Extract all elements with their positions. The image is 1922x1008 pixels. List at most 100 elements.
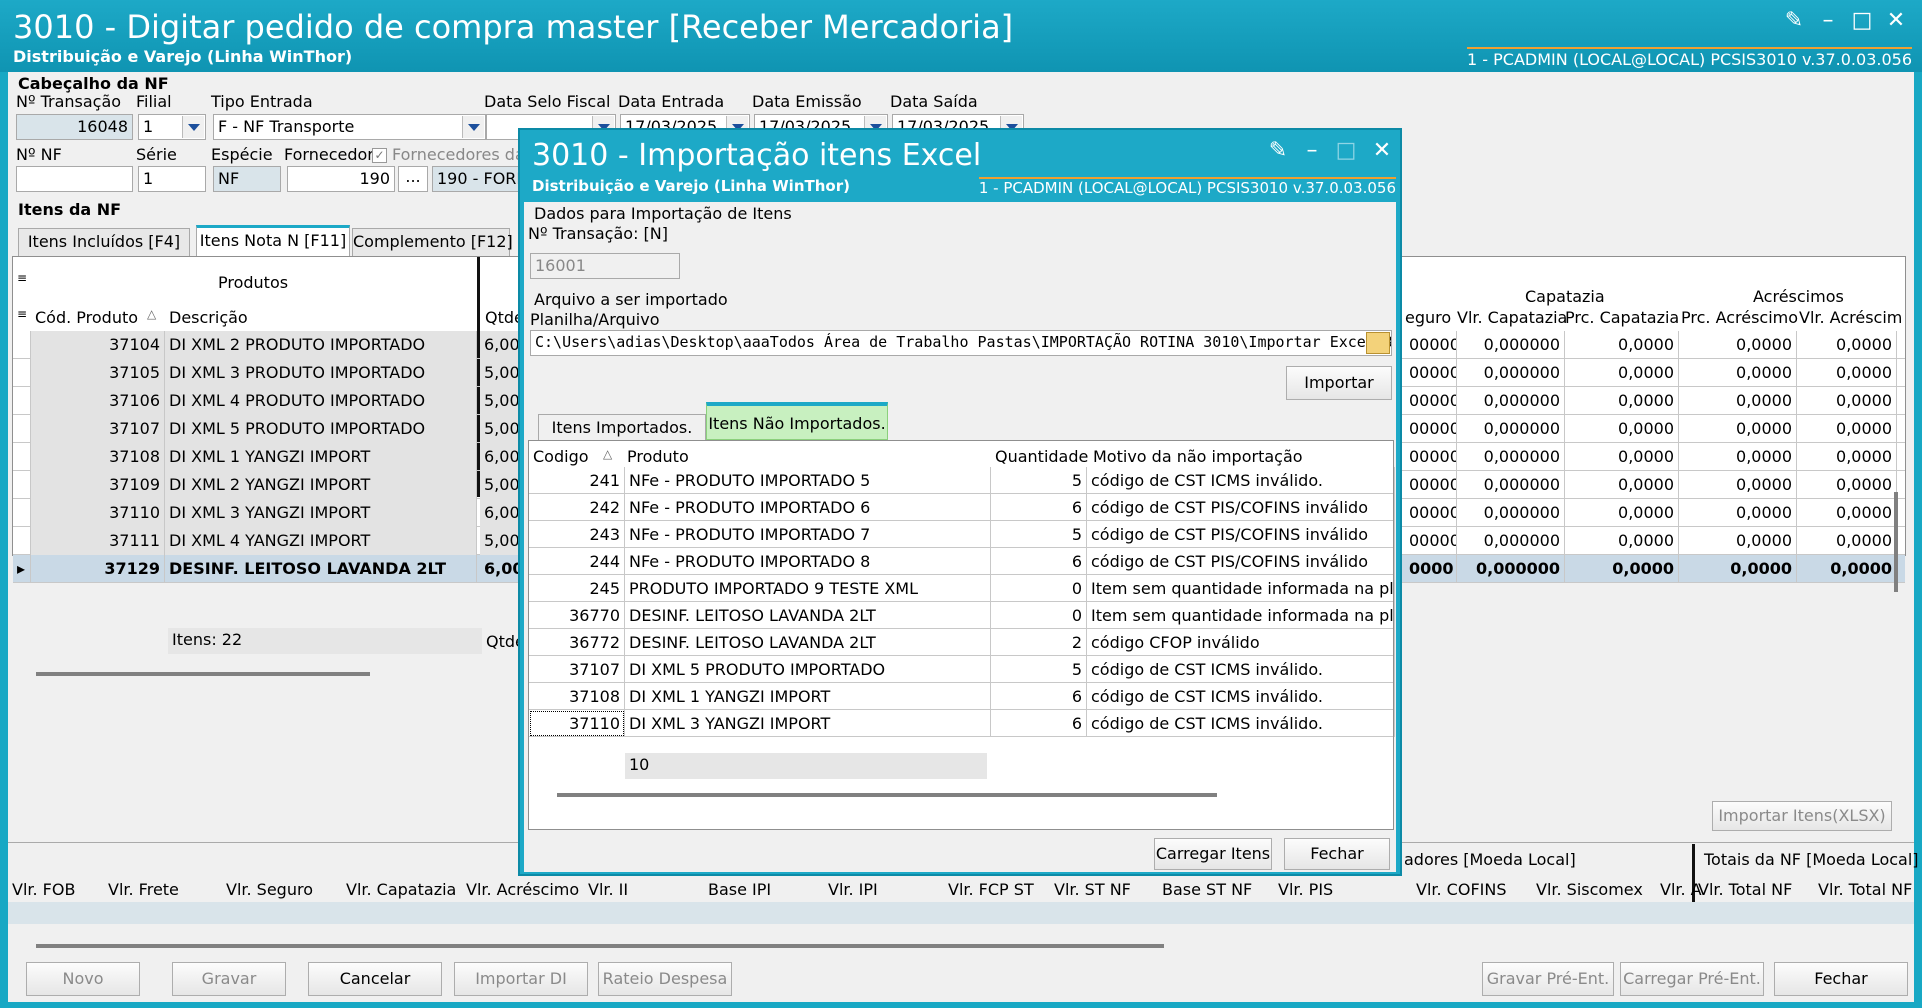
totals-col-15[interactable]: Vlr. Total NF	[1698, 880, 1792, 899]
tab-itens-nao-importados[interactable]: Itens Não Importados.	[706, 402, 888, 440]
grid-menu-icon[interactable]: ≡	[17, 307, 27, 321]
totals-col-0[interactable]: Vlr. FOB	[12, 880, 75, 899]
col-prc-acrescimo[interactable]: Prc. Acréscimo	[1681, 308, 1798, 327]
totals-col-2[interactable]: Vlr. Seguro	[226, 880, 313, 899]
totals-col-4[interactable]: Vlr. Acréscimo	[466, 880, 579, 899]
num-nf-field[interactable]	[16, 166, 133, 192]
tab-itens-importados[interactable]: Itens Importados.	[538, 414, 706, 440]
fornecedor-search-button[interactable]: ...	[398, 166, 428, 192]
col-prc-capatazia[interactable]: Prc. Capatazia	[1565, 308, 1679, 327]
cell-produto: PRODUTO IMPORTADO 9 TESTE XML	[625, 575, 991, 602]
totals-col-14[interactable]: Vlr. A	[1660, 880, 1702, 899]
folder-open-icon[interactable]	[1366, 332, 1390, 354]
totals-horizontal-scrollbar[interactable]	[36, 944, 1164, 948]
cell-quantidade: 2	[991, 629, 1087, 656]
totals-col-12[interactable]: Vlr. COFINS	[1416, 880, 1506, 899]
horizontal-scrollbar[interactable]	[36, 672, 370, 676]
dialog-client: Dados para Importação de Itens Nº Transa…	[524, 202, 1396, 872]
col-produto[interactable]: Produto	[627, 447, 689, 466]
totals-col-16[interactable]: Vlr. Total NF	[1818, 880, 1912, 899]
tipo-entrada-select[interactable]: F - NF Transporte	[213, 114, 486, 140]
totals-col-3[interactable]: Vlr. Capatazia	[346, 880, 456, 899]
col-cod-produto[interactable]: Cód. Produto	[35, 308, 138, 327]
col-seguro[interactable]: eguro	[1405, 308, 1451, 327]
label-filial: Filial	[136, 92, 172, 111]
cell-produto: NFe - PRODUTO IMPORTADO 6	[625, 494, 991, 521]
totals-col-5[interactable]: Vlr. II	[588, 880, 628, 899]
list-item[interactable]: 243 NFe - PRODUTO IMPORTADO 7 5 código de C…	[529, 521, 1395, 548]
cell-motivo: código de CST PIS/COFINS inválido	[1087, 494, 1395, 521]
totals-col-11[interactable]: Vlr. PIS	[1278, 880, 1333, 899]
cell-quantidade: 6	[991, 710, 1087, 737]
dialog-horizontal-scrollbar[interactable]	[557, 793, 1217, 797]
cell-codigo: 37129	[31, 555, 165, 583]
col-vlr-capatazia[interactable]: Vlr. Capatazia	[1457, 308, 1567, 327]
importar-di-button[interactable]: Importar DI	[454, 962, 588, 996]
list-item[interactable]: 242 NFe - PRODUTO IMPORTADO 6 6 código de C…	[529, 494, 1395, 521]
chevron-down-icon[interactable]	[182, 116, 204, 138]
label-fornecedores-check: Fornecedores da	[392, 145, 525, 164]
grid-menu-icon[interactable]: ≡	[17, 271, 27, 285]
totals-col-1[interactable]: Vlr. Frete	[108, 880, 179, 899]
close-icon[interactable]: ✕	[1370, 140, 1394, 162]
cell-codigo: 243	[529, 521, 625, 548]
chevron-down-icon[interactable]	[462, 116, 484, 138]
vertical-scrollbar-thumb[interactable]	[1894, 492, 1898, 592]
row-indicator	[13, 331, 31, 359]
col-descricao[interactable]: Descrição	[169, 308, 248, 327]
minimize-icon[interactable]: –	[1300, 140, 1324, 162]
list-item[interactable]: 36770 DESINF. LEITOSO LAVANDA 2LT 0 Item se…	[529, 602, 1395, 629]
totals-group-right: Totais da NF [Moeda Local]	[1704, 850, 1919, 869]
cancelar-button[interactable]: Cancelar	[308, 962, 442, 996]
totals-col-9[interactable]: Vlr. ST NF	[1054, 880, 1131, 899]
row-indicator-icon: ▸	[13, 555, 31, 583]
col-vlr-acrescimo[interactable]: Vlr. Acréscim	[1799, 308, 1902, 327]
filial-select[interactable]: 1	[138, 114, 206, 140]
import-xlsx-button[interactable]: Importar Itens(XLSX)	[1712, 801, 1892, 831]
list-item[interactable]: 36772 DESINF. LEITOSO LAVANDA 2LT 2 código …	[529, 629, 1395, 656]
cell-motivo: código CFOP inválido	[1087, 629, 1395, 656]
file-path-input[interactable]: C:\Users\adias\Desktop\aaaTodos Área de …	[530, 330, 1392, 356]
cell-motivo: código de CST ICMS inválido.	[1087, 710, 1395, 737]
col-codigo[interactable]: Codigo	[533, 447, 589, 466]
col-quantidade[interactable]: Quantidade	[995, 447, 1088, 466]
fechar-dialog-button[interactable]: Fechar	[1284, 838, 1390, 870]
totals-col-13[interactable]: Vlr. Siscomex	[1536, 880, 1643, 899]
importar-button[interactable]: Importar	[1286, 366, 1392, 400]
list-item[interactable]: 244 NFe - PRODUTO IMPORTADO 8 6 código de C…	[529, 548, 1395, 575]
rateio-despesa-button[interactable]: Rateio Despesa	[598, 962, 732, 996]
cell-produto: NFe - PRODUTO IMPORTADO 5	[625, 467, 991, 494]
fechar-main-button[interactable]: Fechar	[1774, 962, 1908, 996]
main-status-bar: 1 - PCADMIN (LOCAL@LOCAL) PCSIS3010 v.37…	[1467, 47, 1912, 69]
novo-button[interactable]: Novo	[26, 962, 140, 996]
totals-col-10[interactable]: Base ST NF	[1162, 880, 1252, 899]
edit-window-icon[interactable]: ✎	[1782, 10, 1806, 32]
cell-descricao: DI XML 3 YANGZI IMPORT	[165, 499, 477, 527]
gravar-button[interactable]: Gravar	[172, 962, 286, 996]
tab-complemento[interactable]: Complemento [F12]	[352, 228, 513, 256]
maximize-icon[interactable]: □	[1334, 140, 1358, 162]
carregar-itens-button[interactable]: Carregar Itens	[1154, 838, 1272, 870]
edit-window-icon[interactable]: ✎	[1266, 140, 1290, 162]
minimize-icon[interactable]: –	[1816, 10, 1840, 32]
col-motivo[interactable]: Motivo da não importação	[1093, 447, 1303, 466]
list-item[interactable]: 241 NFe - PRODUTO IMPORTADO 5 5 código de C…	[529, 467, 1395, 494]
cell-right-0: 00000	[1405, 443, 1457, 471]
totals-col-7[interactable]: Vlr. IPI	[828, 880, 878, 899]
tab-itens-nota[interactable]: Itens Nota N [F11]	[196, 225, 350, 256]
tab-itens-incluidos[interactable]: Itens Incluídos [F4]	[18, 228, 190, 256]
list-item[interactable]: 245 PRODUTO IMPORTADO 9 TESTE XML 0 Item se…	[529, 575, 1395, 602]
fornecedor-field[interactable]: 190	[287, 166, 395, 192]
close-icon[interactable]: ✕	[1884, 10, 1908, 32]
totals-col-8[interactable]: Vlr. FCP ST	[948, 880, 1034, 899]
gravar-pre-ent-button[interactable]: Gravar Pré-Ent.	[1482, 962, 1614, 996]
maximize-icon[interactable]: □	[1850, 10, 1874, 32]
fornecedores-checkbox[interactable]: ✓	[372, 148, 387, 163]
totals-col-6[interactable]: Base IPI	[708, 880, 771, 899]
carregar-pre-ent-button[interactable]: Carregar Pré-Ent.	[1620, 962, 1764, 996]
list-item[interactable]: 37110 DI XML 3 YANGZI IMPORT 6 código de CS…	[529, 710, 1395, 737]
list-item[interactable]: 37108 DI XML 1 YANGZI IMPORT 6 código de CS…	[529, 683, 1395, 710]
serie-field[interactable]: 1	[138, 166, 206, 192]
cell-motivo: Item sem quantidade informada na planilh…	[1087, 602, 1395, 629]
list-item[interactable]: 37107 DI XML 5 PRODUTO IMPORTADO 5 código d…	[529, 656, 1395, 683]
